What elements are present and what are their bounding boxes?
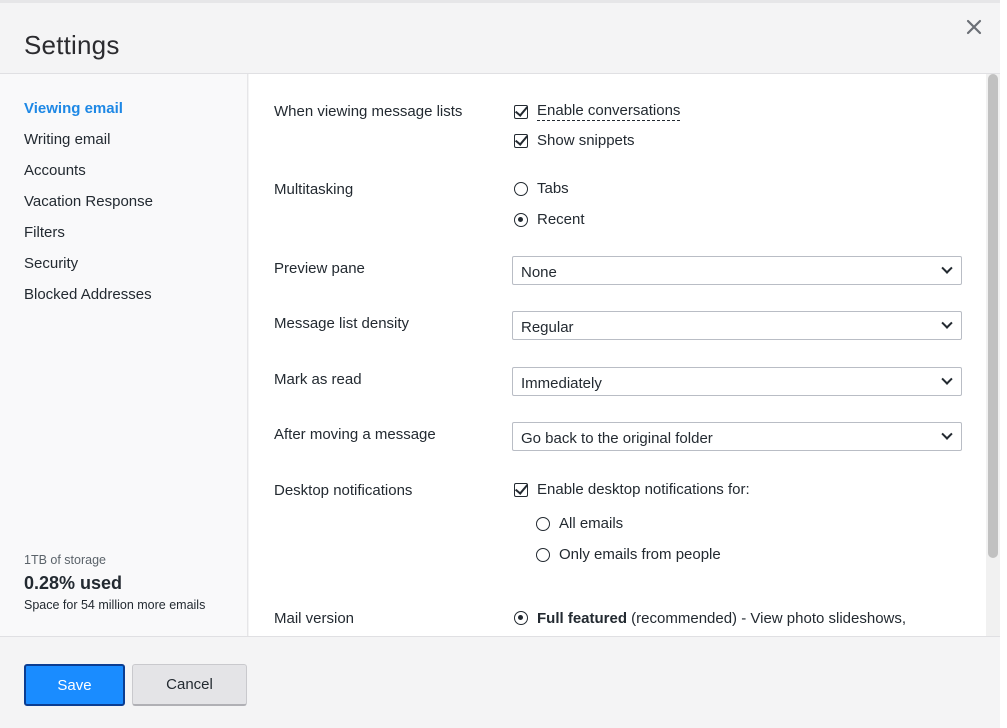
dialog-header: Settings xyxy=(0,0,1000,74)
sidebar-item-viewing-email[interactable]: Viewing email xyxy=(24,100,123,117)
mail-version-full-radio[interactable]: Full featured (recommended) - View photo… xyxy=(514,610,906,627)
sidebar-item-blocked-addresses[interactable]: Blocked Addresses xyxy=(24,286,152,303)
desktop-notifications-label: Desktop notifications xyxy=(274,482,413,499)
checkbox-checked-icon xyxy=(514,482,528,497)
mail-version-label: Mail version xyxy=(274,610,355,627)
chevron-down-icon xyxy=(941,428,953,440)
storage-used: 0.28% used xyxy=(24,573,123,593)
density-select[interactable]: Regular xyxy=(512,311,962,340)
all-emails-label: All emails xyxy=(559,515,624,532)
dialog-title: Settings xyxy=(24,30,120,60)
chevron-down-icon xyxy=(941,373,953,385)
cancel-button[interactable]: Cancel xyxy=(132,664,247,706)
after-moving-label: After moving a message xyxy=(274,426,436,443)
save-button[interactable]: Save xyxy=(24,664,125,706)
settings-sidebar: Viewing email Writing email Accounts Vac… xyxy=(0,74,248,636)
preview-pane-label: Preview pane xyxy=(274,260,365,277)
enable-desktop-notifications-checkbox[interactable]: Enable desktop notifications for: xyxy=(514,481,750,498)
chevron-down-icon xyxy=(941,317,953,329)
storage-remaining: Space for 54 million more emails xyxy=(24,598,206,612)
notify-only-people-radio[interactable]: Only emails from people xyxy=(536,546,721,563)
full-featured-description: (recommended) - View photo slideshows, xyxy=(627,610,907,627)
enable-conversations-label: Enable conversations xyxy=(537,102,681,121)
after-moving-select[interactable]: Go back to the original folder xyxy=(512,422,962,451)
after-moving-value: Go back to the original folder xyxy=(521,430,713,447)
show-snippets-label: Show snippets xyxy=(537,132,635,149)
message-lists-label: When viewing message lists xyxy=(274,103,463,120)
storage-capacity: 1TB of storage xyxy=(24,553,106,567)
show-snippets-checkbox[interactable]: Show snippets xyxy=(514,132,635,149)
sidebar-item-vacation-response[interactable]: Vacation Response xyxy=(24,193,153,210)
radio-unchecked-icon xyxy=(536,516,550,531)
enable-desktop-notifications-label: Enable desktop notifications for: xyxy=(537,481,750,498)
recent-label: Recent xyxy=(537,211,585,228)
only-people-label: Only emails from people xyxy=(559,546,721,563)
notify-all-emails-radio[interactable]: All emails xyxy=(536,515,623,532)
radio-checked-icon xyxy=(514,212,528,227)
preview-pane-select[interactable]: None xyxy=(512,256,962,285)
settings-dialog: Settings Viewing email Writing email Acc… xyxy=(0,0,1000,728)
dialog-footer: Save Cancel xyxy=(0,636,1000,728)
close-icon xyxy=(966,19,982,35)
close-button[interactable] xyxy=(960,13,988,41)
full-featured-label: Full featured xyxy=(537,610,628,627)
enable-conversations-checkbox[interactable]: Enable conversations xyxy=(514,102,681,121)
density-value: Regular xyxy=(521,319,574,336)
density-label: Message list density xyxy=(274,315,410,332)
storage-info: 1TB of storage 0.28% used Space for 54 m… xyxy=(24,553,205,612)
sidebar-item-filters[interactable]: Filters xyxy=(24,224,65,241)
radio-unchecked-icon xyxy=(536,547,550,562)
scrollbar-thumb[interactable] xyxy=(988,74,998,558)
radio-unchecked-icon xyxy=(514,181,528,196)
multitasking-recent-radio[interactable]: Recent xyxy=(514,211,585,228)
sidebar-item-writing-email[interactable]: Writing email xyxy=(24,131,110,148)
multitasking-label: Multitasking xyxy=(274,181,354,198)
multitasking-tabs-radio[interactable]: Tabs xyxy=(514,180,569,197)
mark-as-read-value: Immediately xyxy=(521,375,602,392)
checkbox-checked-icon xyxy=(514,133,528,148)
chevron-down-icon xyxy=(941,262,953,274)
checkbox-checked-icon xyxy=(514,104,528,119)
sidebar-item-security[interactable]: Security xyxy=(24,255,78,272)
preview-pane-value: None xyxy=(521,264,557,281)
mark-as-read-select[interactable]: Immediately xyxy=(512,367,962,396)
mark-as-read-label: Mark as read xyxy=(274,371,362,388)
content-scrollbar[interactable] xyxy=(986,74,1000,636)
tabs-label: Tabs xyxy=(537,180,569,197)
radio-checked-icon xyxy=(514,611,528,625)
settings-content: When viewing message lists Enable conver… xyxy=(249,74,986,636)
sidebar-item-accounts[interactable]: Accounts xyxy=(24,162,86,179)
top-strip xyxy=(0,0,1000,3)
